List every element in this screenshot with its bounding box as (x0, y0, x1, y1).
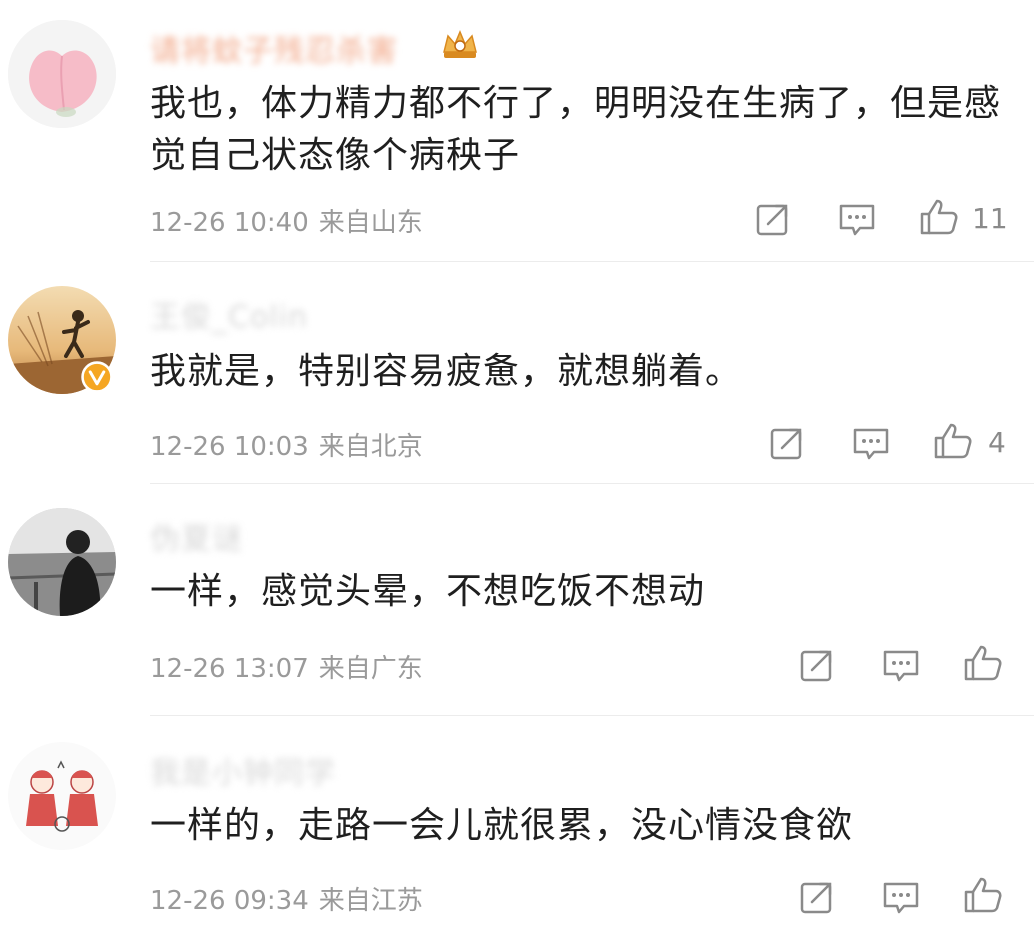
like-button[interactable] (962, 642, 1004, 684)
repost-button[interactable] (796, 644, 838, 686)
repost-button[interactable] (752, 198, 794, 240)
comment-text: 我也，体力精力都不行了，明明没在生病了，但是感觉自己状态像个病秧子 (150, 83, 1002, 176)
repost-icon (756, 204, 788, 236)
thumbs-up-icon (920, 199, 958, 235)
avatar[interactable] (8, 508, 116, 616)
avatar[interactable] (8, 20, 116, 128)
comment-meta: 12-26 10:03 来自北京 (150, 426, 423, 463)
like-button[interactable] (918, 196, 960, 238)
username[interactable]: 我是小钟同学 (150, 748, 336, 792)
comment-icon (839, 204, 875, 236)
comment-meta: 12-26 09:34 来自江苏 (150, 880, 423, 917)
repost-button[interactable] (796, 876, 838, 918)
crown-badge-icon (443, 30, 477, 58)
repost-icon (800, 882, 832, 914)
cartoon-avatar-icon (8, 742, 116, 850)
like-count: 11 (972, 202, 1008, 235)
comment-icon (883, 650, 919, 682)
thumbs-up-icon (964, 877, 1002, 913)
comment-icon (853, 428, 889, 460)
username[interactable]: 王俊_Colin (150, 292, 308, 336)
like-button[interactable] (932, 420, 974, 462)
comment-time: 12-26 10:40 (150, 208, 309, 238)
comment-time: 12-26 09:34 (150, 886, 309, 916)
photo-avatar-icon (8, 508, 116, 616)
repost-icon (800, 650, 832, 682)
username[interactable]: 伪夏谜 (150, 514, 243, 558)
comment-button[interactable] (880, 876, 922, 918)
comment-text: 一样的，走路一会儿就很累，没心情没食欲 (150, 805, 854, 846)
avatar[interactable] (8, 742, 116, 850)
comment-button[interactable] (880, 644, 922, 686)
comment-feed: 请将蚊子残忍杀害 我也，体力精力都不行了，明明没在生病了，但是感觉自己状态像个病… (0, 0, 1034, 948)
comment-meta: 12-26 13:07 来自广东 (150, 648, 423, 685)
comment-meta: 12-26 10:40 来自山东 (150, 202, 423, 239)
comment-button[interactable] (836, 198, 878, 240)
comment-time: 12-26 10:03 (150, 432, 309, 462)
like-button[interactable] (962, 874, 1004, 916)
peach-avatar-icon (8, 20, 116, 128)
comment-button[interactable] (850, 422, 892, 464)
like-count: 4 (988, 426, 1006, 459)
thumbs-up-icon (964, 645, 1002, 681)
repost-button[interactable] (766, 422, 808, 464)
comment-icon (883, 882, 919, 914)
comment-item: 伪夏谜 一样，感觉头晕，不想吃饭不想动 12-26 13:07 来自广东 (0, 484, 1034, 716)
comment-text: 我就是，特别容易疲惫，就想躺着。 (150, 351, 743, 392)
username[interactable]: 请将蚊子残忍杀害 (150, 26, 398, 70)
comment-item: 我是小钟同学 一样的，走路一会儿就很累，没心情没食欲 12-26 09:34 来自… (0, 716, 1034, 948)
repost-icon (770, 428, 802, 460)
comment-text: 一样，感觉头晕，不想吃饭不想动 (150, 571, 706, 612)
comment-location: 来自山东 (318, 208, 423, 238)
comment-location: 来自江苏 (318, 886, 423, 916)
comment-item: 王俊_Colin 我就是，特别容易疲惫，就想躺着。 12-26 10:03 来自北… (0, 262, 1034, 484)
comment-item: 请将蚊子残忍杀害 我也，体力精力都不行了，明明没在生病了，但是感觉自己状态像个病… (0, 0, 1034, 262)
comment-time: 12-26 13:07 (150, 654, 309, 684)
comment-location: 来自广东 (318, 654, 423, 684)
comment-location: 来自北京 (318, 432, 423, 462)
verified-badge-icon (81, 361, 113, 393)
thumbs-up-icon (934, 423, 972, 459)
